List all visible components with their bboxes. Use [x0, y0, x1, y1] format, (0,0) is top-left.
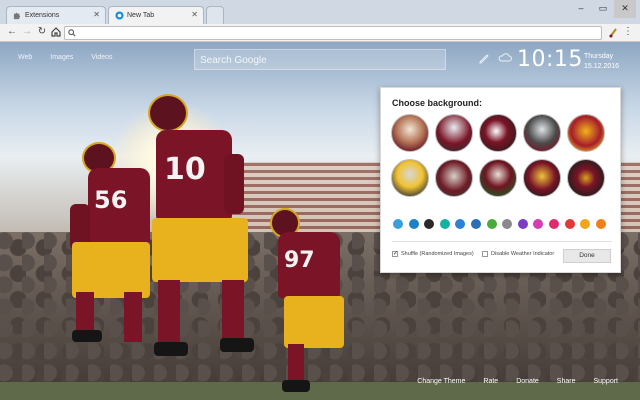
new-tab-button[interactable]: [206, 6, 224, 24]
tab-new-tab[interactable]: New Tab ✕: [108, 6, 204, 24]
footer-links: Change Theme Rate Donate Share Support: [417, 378, 618, 385]
close-icon[interactable]: ✕: [93, 10, 100, 19]
background-thumbnail[interactable]: [567, 159, 605, 197]
done-button[interactable]: Done: [563, 249, 611, 263]
link-videos[interactable]: Videos: [91, 54, 112, 61]
color-swatch[interactable]: [424, 219, 435, 229]
color-swatch[interactable]: [580, 219, 591, 229]
clock: 10:15: [517, 47, 583, 72]
tab-label: New Tab: [127, 12, 155, 19]
color-swatch[interactable]: [533, 219, 544, 229]
color-swatch[interactable]: [455, 219, 466, 229]
shuffle-label: Shuffle (Randomized Images): [401, 251, 474, 257]
puzzle-icon: [13, 12, 21, 20]
weather-label: Disable Weather Indicator: [491, 251, 555, 257]
footer-support[interactable]: Support: [593, 378, 618, 385]
player-10: 10: [128, 94, 268, 394]
background-thumbnail[interactable]: [391, 159, 429, 197]
pen-icon[interactable]: [478, 52, 490, 64]
jersey-number: 10: [164, 152, 206, 187]
top-links: Web Images Videos: [18, 54, 113, 61]
app-icon: [115, 11, 124, 20]
extension-icon[interactable]: [608, 27, 618, 39]
background-thumbnail[interactable]: [479, 159, 517, 197]
shuffle-option[interactable]: ✓ Shuffle (Randomized Images): [392, 251, 474, 257]
link-images[interactable]: Images: [50, 54, 73, 61]
address-bar[interactable]: [64, 26, 602, 40]
jersey-number: 56: [94, 186, 128, 214]
color-swatch[interactable]: [517, 219, 528, 229]
menu-icon[interactable]: ⋮: [622, 26, 634, 38]
background-thumbnail[interactable]: [567, 114, 605, 152]
date-label: 15.12.2016: [584, 63, 620, 70]
close-icon[interactable]: ✕: [191, 10, 198, 19]
color-swatch[interactable]: [595, 219, 606, 229]
color-swatch[interactable]: [549, 219, 559, 229]
jersey-number: 97: [284, 248, 315, 273]
background-thumbnail[interactable]: [523, 159, 561, 197]
tab-strip: Extensions ✕ New Tab ✕ – ▭ ✕: [0, 0, 640, 24]
color-swatch[interactable]: [439, 219, 450, 229]
color-swatch[interactable]: [486, 219, 497, 229]
footer-change-theme[interactable]: Change Theme: [417, 378, 465, 385]
background-thumbnail[interactable]: [479, 114, 517, 152]
player-97: 97: [262, 208, 372, 398]
footer-share[interactable]: Share: [557, 378, 576, 385]
day-label: Thursday: [584, 53, 614, 60]
minimize-icon[interactable]: –: [570, 0, 592, 18]
color-swatch[interactable]: [393, 219, 403, 229]
color-swatch[interactable]: [502, 219, 513, 229]
browser-toolbar: ← → ↻ ⋮: [0, 24, 640, 42]
home-icon[interactable]: [50, 26, 62, 38]
background-thumbnail[interactable]: [391, 114, 429, 152]
window-close-icon[interactable]: ✕: [614, 0, 636, 18]
weather-checkbox[interactable]: [482, 251, 488, 257]
date-info: Thursday 15.12.2016: [584, 52, 619, 72]
maximize-icon[interactable]: ▭: [592, 0, 614, 18]
background-thumbnail[interactable]: [523, 114, 561, 152]
search-icon: [68, 29, 76, 37]
footer-rate[interactable]: Rate: [483, 378, 498, 385]
reload-icon[interactable]: ↻: [36, 26, 48, 38]
background-chooser-panel: Choose background: ✓ Shuffle (Randomized…: [380, 87, 621, 273]
cloud-icon[interactable]: [498, 52, 512, 64]
shuffle-checkbox[interactable]: ✓: [392, 251, 398, 257]
background-thumbnail[interactable]: [435, 114, 473, 152]
color-swatch[interactable]: [564, 219, 575, 229]
divider: [392, 241, 612, 242]
tab-extensions[interactable]: Extensions ✕: [6, 6, 106, 24]
search-input[interactable]: Search Google: [194, 49, 446, 70]
back-icon[interactable]: ←: [6, 26, 18, 38]
background-thumbnail[interactable]: [435, 159, 473, 197]
panel-title: Choose background:: [392, 98, 483, 108]
weather-option[interactable]: Disable Weather Indicator: [482, 251, 554, 257]
color-swatch[interactable]: [408, 219, 419, 229]
footer-donate[interactable]: Donate: [516, 378, 539, 385]
forward-icon[interactable]: →: [21, 26, 33, 38]
color-swatch[interactable]: [471, 219, 481, 229]
link-web[interactable]: Web: [18, 54, 32, 61]
tab-label: Extensions: [25, 12, 60, 19]
window-controls: – ▭ ✕: [570, 0, 636, 18]
